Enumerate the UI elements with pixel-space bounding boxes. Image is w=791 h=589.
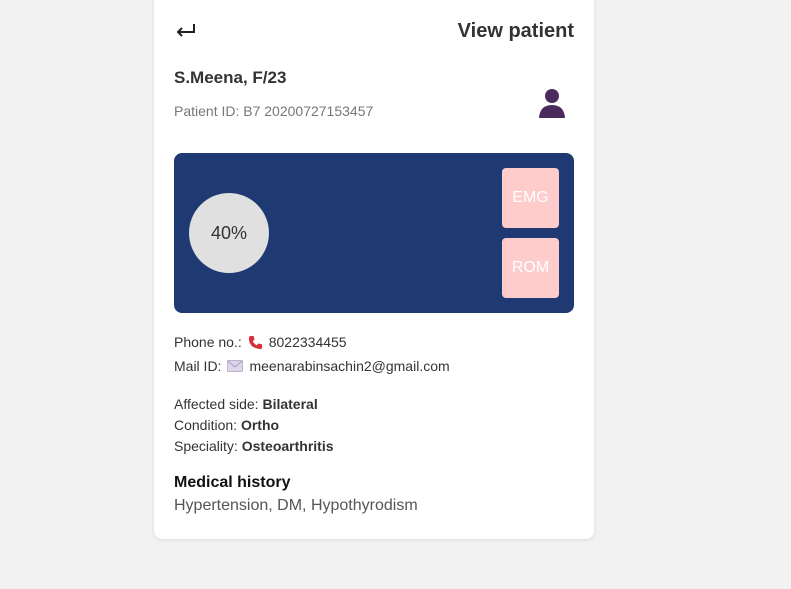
phone-row: Phone no.: 8022334455: [174, 334, 347, 350]
affected-side-row: Affected side: Bilateral: [174, 396, 318, 412]
mail-label: Mail ID:: [174, 358, 222, 374]
affected-side-label: Affected side:: [174, 396, 259, 412]
phone-number: 8022334455: [268, 334, 347, 350]
session-panel: 40% EMG ROM: [174, 153, 574, 313]
envelope-icon: [227, 360, 244, 372]
return-arrow-icon[interactable]: [174, 20, 198, 44]
rom-button[interactable]: ROM: [502, 238, 559, 298]
user-avatar-icon: [536, 86, 568, 118]
progress-circle: 40%: [189, 193, 269, 273]
page-title: View patient: [457, 20, 574, 42]
phone-label: Phone no.:: [174, 334, 242, 350]
mail-row: Mail ID: meenarabinsachin2@gmail.com: [174, 358, 450, 374]
email-address: meenarabinsachin2@gmail.com: [249, 358, 450, 374]
speciality-label: Speciality:: [174, 438, 238, 454]
patient-card: View patient S.Meena, F/23 Patient ID: B…: [154, 0, 594, 539]
affected-side-value: Bilateral: [262, 396, 318, 412]
medical-history-title: Medical history: [174, 474, 291, 491]
medical-history-text: Hypertension, DM, Hypothyrodism: [174, 497, 418, 514]
emg-button[interactable]: EMG: [502, 168, 559, 228]
condition-value: Ortho: [240, 417, 280, 433]
speciality-value: Osteoarthritis: [241, 438, 334, 454]
patient-id: Patient ID: B7 20200727153457: [174, 103, 374, 119]
patient-name: S.Meena, F/23: [174, 68, 287, 87]
condition-label: Condition:: [174, 417, 238, 433]
speciality-row: Speciality: Osteoarthritis: [174, 438, 334, 454]
condition-row: Condition: Ortho: [174, 417, 279, 433]
phone-icon: [248, 335, 263, 350]
